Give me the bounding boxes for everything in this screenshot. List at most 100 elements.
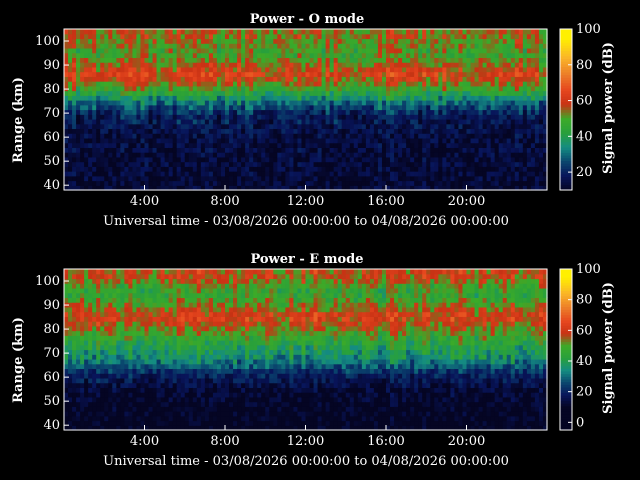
- heatmap-cell: [156, 325, 162, 332]
- heatmap-cell: [285, 109, 291, 115]
- heatmap-cell: [418, 90, 423, 96]
- heatmap-cell: [108, 104, 113, 111]
- heatmap-cell: [124, 349, 130, 355]
- heatmap-cell: [92, 29, 97, 35]
- heatmap-cell: [474, 76, 480, 82]
- heatmap-cell: [237, 38, 242, 44]
- heatmap-cell: [152, 325, 158, 332]
- heatmap-cell: [116, 81, 121, 87]
- heatmap-cell: [333, 133, 339, 139]
- heatmap-cell: [253, 104, 258, 111]
- heatmap-cell: [200, 95, 206, 101]
- heatmap-cell: [337, 161, 343, 167]
- heatmap-cell: [208, 118, 214, 125]
- heatmap-cell: [490, 166, 496, 172]
- heatmap-cell: [200, 118, 206, 125]
- heatmap-cell: [301, 66, 307, 73]
- heatmap-cell: [518, 175, 524, 182]
- heatmap-cell: [470, 66, 476, 73]
- heatmap-cell: [446, 128, 452, 134]
- heatmap-cell: [305, 38, 311, 44]
- heatmap-cell: [321, 33, 327, 40]
- heatmap-cell: [321, 43, 327, 49]
- heatmap-cell: [373, 66, 379, 73]
- heatmap-cell: [216, 95, 222, 101]
- heatmap-cell: [80, 354, 85, 360]
- heatmap-cell: [96, 52, 101, 59]
- y-tick-label: 50: [43, 154, 60, 169]
- heatmap-cell: [148, 387, 154, 393]
- heatmap-cell: [325, 128, 331, 134]
- heatmap-cell: [204, 100, 210, 106]
- heatmap-cell: [96, 335, 101, 341]
- heatmap-cell: [289, 128, 295, 134]
- heatmap-cell: [225, 38, 230, 44]
- heatmap-cell: [88, 175, 93, 182]
- heatmap-cell: [317, 109, 323, 115]
- heatmap-cell: [72, 368, 77, 374]
- heatmap-cell: [474, 161, 480, 167]
- heatmap-cell: [325, 152, 331, 158]
- heatmap-cell: [510, 29, 516, 35]
- heatmap-cell: [128, 161, 134, 167]
- heatmap-cell: [333, 52, 339, 59]
- heatmap-cell: [124, 363, 130, 370]
- heatmap-cell: [281, 81, 286, 87]
- heatmap-cell: [200, 57, 206, 63]
- heatmap-cell: [136, 302, 142, 308]
- heatmap-cell: [414, 66, 419, 73]
- heatmap-cell: [140, 344, 146, 351]
- heatmap-cell: [526, 123, 532, 130]
- heatmap-cell: [341, 109, 347, 115]
- heatmap-cell: [293, 57, 299, 63]
- heatmap-cell: [305, 100, 311, 106]
- heatmap-cell: [365, 81, 371, 87]
- heatmap-cell: [450, 175, 456, 182]
- heatmap-cell: [96, 354, 101, 360]
- heatmap-cell: [164, 38, 170, 44]
- heatmap-cell: [402, 156, 407, 163]
- heatmap-cell: [345, 81, 351, 87]
- heatmap-cell: [80, 382, 85, 388]
- heatmap-cell: [72, 104, 77, 111]
- heatmap-cell: [277, 52, 282, 59]
- y-tick-label: 40: [43, 178, 60, 193]
- heatmap-cell: [160, 128, 166, 134]
- heatmap-cell: [64, 175, 69, 182]
- heatmap-cell: [188, 85, 194, 92]
- heatmap-cell: [152, 128, 158, 134]
- heatmap-cell: [353, 156, 359, 163]
- heatmap-cell: [124, 62, 130, 68]
- heatmap-cell: [434, 114, 439, 120]
- heatmap-cell: [381, 38, 387, 44]
- heatmap-cell: [325, 100, 331, 106]
- heatmap-cell: [160, 71, 166, 77]
- heatmap-cell: [188, 166, 194, 172]
- heatmap-cell: [426, 33, 431, 40]
- heatmap-cell: [277, 123, 282, 130]
- heatmap-cell: [76, 287, 81, 294]
- heatmap-cell: [526, 104, 532, 111]
- heatmap-cell: [148, 175, 154, 182]
- heatmap-cell: [132, 287, 138, 294]
- heatmap-cell: [64, 52, 69, 59]
- heatmap-cell: [454, 104, 460, 111]
- heatmap-cell: [204, 114, 210, 120]
- heatmap-cell: [301, 90, 307, 96]
- heatmap-cell: [289, 57, 295, 63]
- heatmap-cell: [249, 156, 254, 163]
- heatmap-cell: [430, 123, 435, 130]
- heatmap-cell: [233, 90, 238, 96]
- heatmap-cell: [84, 401, 89, 407]
- heatmap-cell: [160, 166, 166, 172]
- heatmap-cell: [188, 43, 194, 49]
- heatmap-cell: [357, 29, 363, 35]
- heatmap-cell: [136, 287, 142, 294]
- heatmap-cell: [482, 52, 488, 59]
- heatmap-cell: [418, 38, 423, 44]
- heatmap-cell: [474, 104, 480, 111]
- heatmap-cell: [136, 123, 142, 130]
- heatmap-cell: [301, 128, 307, 134]
- heatmap-cell: [394, 71, 399, 77]
- heatmap-cell: [418, 57, 423, 63]
